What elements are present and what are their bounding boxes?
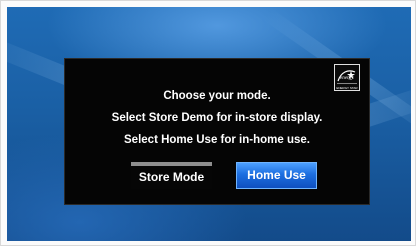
dialog-line-store-demo: Select Store Demo for in-store display. xyxy=(111,112,323,124)
dialog-title: Choose your mode. xyxy=(163,90,271,102)
tv-screen: energy ENERGY STAR Choose your mode. Sel… xyxy=(7,7,411,241)
energy-star-icon: energy ENERGY STAR xyxy=(334,64,360,91)
home-use-button[interactable]: Home Use xyxy=(236,162,317,189)
tv-frame: energy ENERGY STAR Choose your mode. Sel… xyxy=(0,0,416,246)
dialog-line-home-use: Select Home Use for in-home use. xyxy=(124,134,310,146)
store-mode-button[interactable]: Store Mode xyxy=(131,162,212,189)
mode-select-dialog: energy ENERGY STAR Choose your mode. Sel… xyxy=(64,58,370,205)
